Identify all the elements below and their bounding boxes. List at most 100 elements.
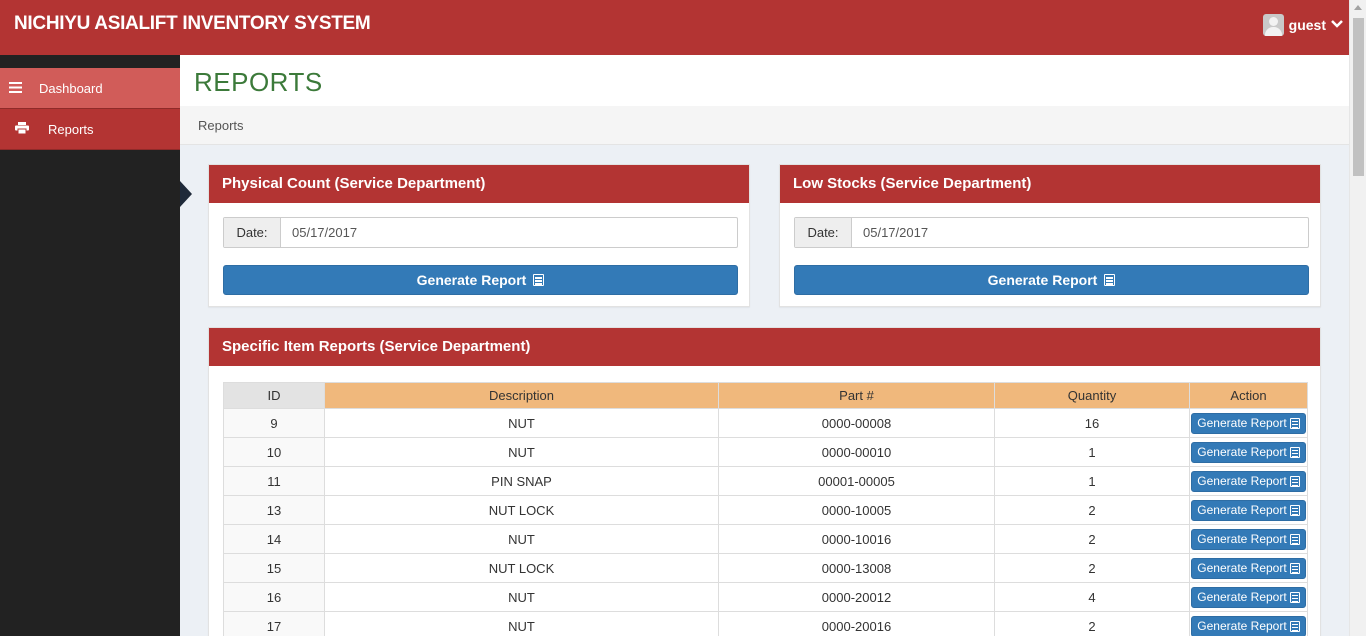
user-name: guest [1288,17,1326,33]
cell-id: 10 [223,437,325,467]
row-generate-report-button[interactable]: Generate Report [1191,499,1306,521]
bars-icon [8,81,22,96]
low-stocks-date-input[interactable] [852,218,1308,247]
cell-description: NUT LOCK [324,553,719,583]
user-avatar-icon [1262,14,1284,36]
list-alt-icon [1289,562,1300,574]
table-row: 10 NUT 0000-00010 1 Generate Report [223,437,1308,467]
cell-id: 14 [223,524,325,554]
cell-id: 15 [223,553,325,583]
row-generate-report-button[interactable]: Generate Report [1191,528,1306,550]
content-header: REPORTS [180,55,1349,106]
column-header-id[interactable]: ID [223,382,325,409]
date-input-group: Date: [794,217,1309,248]
cell-part: 0000-20016 [718,611,995,636]
cell-quantity: 2 [994,611,1190,636]
items-table: ID Description Part # Quantity Action 9 … [223,382,1308,636]
table-row: 16 NUT 0000-20012 4 Generate Report [223,582,1308,612]
cell-description: NUT [324,524,719,554]
print-icon [15,121,29,137]
row-generate-report-button[interactable]: Generate Report [1191,615,1306,636]
row-generate-report-button[interactable]: Generate Report [1191,586,1306,608]
sidebar: Dashboard Reports [0,55,180,636]
list-alt-icon [1289,504,1300,516]
table-row: 13 NUT LOCK 0000-10005 2 Generate Report [223,495,1308,525]
button-label: Generate Report [1197,561,1287,575]
user-menu[interactable]: guest [1262,14,1343,36]
button-label: Generate Report [1197,503,1287,517]
cell-action: Generate Report [1189,408,1308,438]
physical-count-generate-button[interactable]: Generate Report [223,265,738,295]
row-generate-report-button[interactable]: Generate Report [1191,412,1306,434]
cell-action: Generate Report [1189,524,1308,554]
date-input-group: Date: [223,217,738,248]
button-label: Generate Report [416,272,527,288]
cell-description: NUT [324,611,719,636]
list-alt-icon [1289,446,1300,458]
app-title[interactable]: NICHIYU ASIALIFT INVENTORY SYSTEM [14,13,371,35]
table-row: 17 NUT 0000-20016 2 Generate Report [223,611,1308,636]
cell-quantity: 2 [994,553,1190,583]
scroll-up-arrow-icon[interactable] [1354,5,1362,10]
cell-part: 0000-00010 [718,437,995,467]
scrollbar-thumb[interactable] [1353,18,1364,176]
table-row: 15 NUT LOCK 0000-13008 2 Generate Report [223,553,1308,583]
cell-description: PIN SNAP [324,466,719,496]
button-label: Generate Report [987,272,1098,288]
cell-action: Generate Report [1189,553,1308,583]
page-scrollbar[interactable] [1349,0,1366,636]
button-label: Generate Report [1197,474,1287,488]
date-label: Date: [795,218,852,247]
cell-quantity: 2 [994,495,1190,525]
breadcrumb-item: Reports [198,118,244,133]
cell-quantity: 16 [994,408,1190,438]
cell-action: Generate Report [1189,437,1308,467]
table-row: 9 NUT 0000-00008 16 Generate Report [223,408,1308,438]
row-generate-report-button[interactable]: Generate Report [1191,557,1306,579]
physical-count-panel: Physical Count (Service Department) Date… [208,164,750,307]
list-alt-icon [1289,417,1300,429]
cell-part: 00001-00005 [718,466,995,496]
cell-part: 0000-20012 [718,582,995,612]
sidebar-item-dashboard[interactable]: Dashboard [0,68,180,109]
cell-action: Generate Report [1189,466,1308,496]
button-label: Generate Report [1197,532,1287,546]
column-header-part[interactable]: Part # [718,382,995,409]
cell-id: 16 [223,582,325,612]
list-alt-icon [1289,591,1300,603]
table-row: 14 NUT 0000-10016 2 Generate Report [223,524,1308,554]
button-label: Generate Report [1197,619,1287,633]
table-row: 11 PIN SNAP 00001-00005 1 Generate Repor… [223,466,1308,496]
physical-count-date-input[interactable] [281,218,737,247]
cell-action: Generate Report [1189,611,1308,636]
sidebar-item-label: Dashboard [39,80,103,96]
page-title: REPORTS [194,67,323,97]
cell-part: 0000-10016 [718,524,995,554]
cell-description: NUT LOCK [324,495,719,525]
cell-action: Generate Report [1189,495,1308,525]
cell-id: 11 [223,466,325,496]
cell-id: 17 [223,611,325,636]
row-generate-report-button[interactable]: Generate Report [1191,470,1306,492]
specific-items-panel: Specific Item Reports (Service Departmen… [208,327,1321,636]
button-label: Generate Report [1197,445,1287,459]
chevron-down-icon [1331,18,1343,32]
cell-description: NUT [324,437,719,467]
breadcrumb: Reports [180,106,1349,145]
sidebar-pointer [180,181,192,207]
cell-part: 0000-13008 [718,553,995,583]
row-generate-report-button[interactable]: Generate Report [1191,441,1306,463]
list-alt-icon [1104,274,1116,286]
cell-description: NUT [324,408,719,438]
sidebar-item-reports[interactable]: Reports [0,109,180,150]
list-alt-icon [533,274,545,286]
top-navbar: NICHIYU ASIALIFT INVENTORY SYSTEM guest [0,0,1349,55]
cell-part: 0000-10005 [718,495,995,525]
date-label: Date: [224,218,281,247]
column-header-description[interactable]: Description [324,382,719,409]
panel-title: Specific Item Reports (Service Departmen… [209,328,1320,366]
low-stocks-generate-button[interactable]: Generate Report [794,265,1309,295]
list-alt-icon [1289,620,1300,632]
cell-quantity: 1 [994,437,1190,467]
column-header-quantity[interactable]: Quantity [994,382,1190,409]
